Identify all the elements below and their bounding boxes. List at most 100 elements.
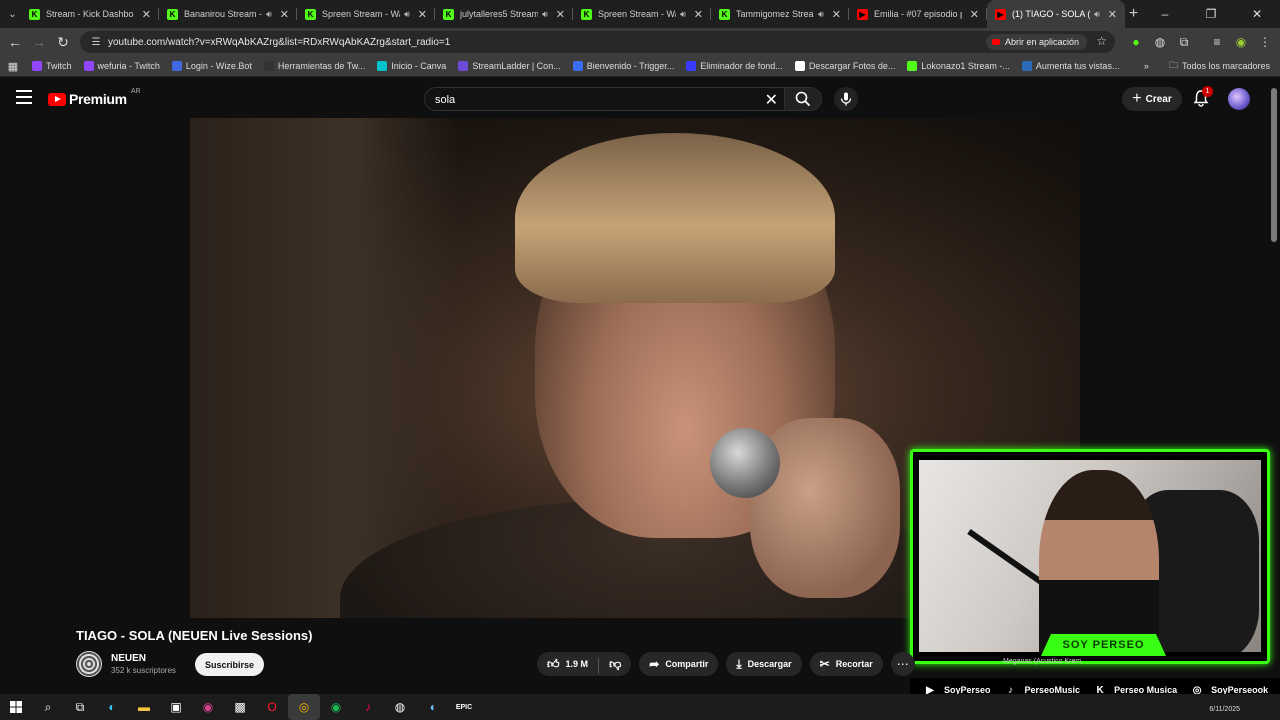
browser-tab[interactable]: Kjulytalleres5 Stream - 🔊︎ ✕ bbox=[435, 0, 573, 28]
apps-grid-icon[interactable]: ▦ bbox=[0, 60, 26, 73]
steam-icon[interactable]: ◖ bbox=[416, 694, 448, 720]
create-button[interactable]: + Crear bbox=[1122, 87, 1182, 111]
url-text[interactable]: youtube.com/watch?v=xRWqAbKAZrg&list=RDx… bbox=[108, 37, 450, 48]
browser-tab[interactable]: K Tammigomez Stream 🔊︎ ✕ bbox=[711, 0, 849, 28]
new-tab-button[interactable]: + bbox=[1125, 5, 1142, 23]
bookmark-item[interactable]: Login - Wize.Bot bbox=[166, 61, 258, 71]
bookmark-item[interactable]: Eliminador de fond... bbox=[680, 61, 789, 71]
hamburger-menu-icon[interactable] bbox=[16, 90, 32, 104]
dislike-button[interactable]: 👎︎ bbox=[599, 652, 631, 676]
more-actions-icon[interactable]: ⋯ bbox=[890, 652, 915, 676]
channel-name[interactable]: NEUEN bbox=[111, 653, 176, 664]
taskbar-search-icon[interactable]: ⌕ bbox=[32, 694, 64, 720]
youtube-header: Premium AR sola ✕ + Crear 1 bbox=[0, 78, 1280, 118]
bookmark-label: Lokonazo1 Stream -... bbox=[921, 61, 1010, 71]
speaker-icon[interactable]: 🔊︎ bbox=[542, 9, 548, 20]
close-tab-icon[interactable]: ✕ bbox=[142, 8, 151, 21]
browser-tab[interactable]: K Spreen Stream - Watc 🔊︎ ✕ bbox=[573, 0, 711, 28]
browser-tab[interactable]: K Spreen Stream - Watc 🔊︎ ✕ bbox=[297, 0, 435, 28]
tab-title: Emilia - #07 episodio pe bbox=[874, 9, 962, 19]
chrome-icon[interactable]: ◎ bbox=[288, 694, 320, 720]
channel-avatar[interactable] bbox=[76, 651, 102, 677]
subscribe-button[interactable]: Suscribirse bbox=[195, 653, 264, 676]
bookmark-favicon-icon bbox=[83, 61, 94, 71]
minecraft-icon[interactable]: ▩ bbox=[224, 694, 256, 720]
close-tab-icon[interactable]: ✕ bbox=[970, 8, 979, 21]
forward-icon[interactable]: → bbox=[27, 30, 51, 54]
extension-icon[interactable]: ● bbox=[1124, 30, 1148, 54]
menu-kebab-icon[interactable]: ⋮ bbox=[1253, 30, 1277, 54]
minimize-button[interactable]: – bbox=[1142, 7, 1188, 21]
close-window-button[interactable]: ✕ bbox=[1234, 7, 1280, 21]
search-query[interactable]: sola bbox=[435, 94, 455, 106]
close-tab-icon[interactable]: ✕ bbox=[280, 8, 289, 21]
tiktok-icon[interactable]: ♪ bbox=[352, 694, 384, 720]
opera-icon[interactable]: O bbox=[256, 694, 288, 720]
speaker-icon[interactable]: 🔊︎ bbox=[818, 9, 824, 20]
extension-icon[interactable]: ◍ bbox=[1148, 30, 1172, 54]
bookmark-favicon-icon bbox=[907, 61, 918, 71]
store-icon[interactable]: ▣ bbox=[160, 694, 192, 720]
browser-tab[interactable]: K Bananirou Stream - W🔊︎ ✕ bbox=[159, 0, 297, 28]
tab-search-button[interactable]: ⌄ bbox=[4, 3, 21, 25]
bookmark-item[interactable]: Twitch bbox=[26, 61, 78, 71]
clear-search-icon[interactable]: ✕ bbox=[765, 90, 778, 110]
close-tab-icon[interactable]: ✕ bbox=[694, 8, 703, 21]
edge-icon[interactable]: ◐ bbox=[96, 694, 128, 720]
extensions-puzzle-icon[interactable]: ⧉ bbox=[1172, 30, 1196, 54]
all-bookmarks-link[interactable]: Todos los marcadores bbox=[1182, 61, 1270, 71]
site-info-icon[interactable]: ☰ bbox=[86, 37, 106, 48]
close-tab-icon[interactable]: ✕ bbox=[1108, 8, 1117, 21]
open-in-app-label: Abrir en aplicación bbox=[1004, 37, 1079, 47]
spotify-icon[interactable]: ◉ bbox=[320, 694, 352, 720]
clip-button[interactable]: ✂ Recortar bbox=[809, 652, 883, 676]
app-icon[interactable]: ◉ bbox=[192, 694, 224, 720]
bookmark-item[interactable]: wefuria - Twitch bbox=[78, 61, 166, 71]
download-button[interactable]: ⤓ Descargar bbox=[726, 652, 802, 676]
like-count: 1.9 M bbox=[565, 659, 589, 669]
reading-list-icon[interactable]: ≡ bbox=[1205, 30, 1229, 54]
close-tab-icon[interactable]: ✕ bbox=[556, 8, 565, 21]
youtube-logo[interactable]: Premium AR bbox=[48, 88, 141, 107]
speaker-icon[interactable]: 🔊︎ bbox=[266, 9, 272, 20]
bookmark-item[interactable]: Bienvenido - Trigger... bbox=[567, 61, 681, 71]
open-in-app-button[interactable]: Abrir en aplicación bbox=[985, 34, 1087, 50]
clock-date[interactable]: 6/11/2025 bbox=[1209, 706, 1240, 713]
address-bar[interactable]: ☰ youtube.com/watch?v=xRWqAbKAZrg&list=R… bbox=[80, 31, 1115, 53]
browser-tab[interactable]: K Stream - Kick Dashboard ✕ bbox=[21, 0, 159, 28]
start-windows-icon[interactable] bbox=[0, 694, 32, 720]
maximize-button[interactable]: ❐ bbox=[1188, 7, 1234, 21]
browser-tab[interactable]: ▶ (1) TIAGO - SOLA (NE🔊︎ ✕ bbox=[987, 0, 1125, 28]
speaker-icon[interactable]: 🔊︎ bbox=[404, 9, 410, 20]
page-scrollbar[interactable] bbox=[1271, 88, 1277, 242]
bookmark-item[interactable]: Aumenta tus vistas... bbox=[1016, 61, 1126, 71]
browser-tab[interactable]: ▶ Emilia - #07 episodio pe ✕ bbox=[849, 0, 987, 28]
bookmark-star-icon[interactable]: ☆ bbox=[1096, 34, 1107, 48]
speaker-icon[interactable]: 🔊︎ bbox=[680, 9, 686, 20]
video-frame-microphone bbox=[710, 428, 780, 498]
chevron-right-icon[interactable]: » bbox=[1144, 61, 1149, 71]
close-tab-icon[interactable]: ✕ bbox=[418, 8, 427, 21]
back-icon[interactable]: ← bbox=[3, 30, 27, 54]
bookmark-item[interactable]: StreamLadder | Con... bbox=[452, 61, 566, 71]
search-input[interactable]: sola ✕ bbox=[424, 87, 786, 111]
file-explorer-icon[interactable]: ▬ bbox=[128, 694, 160, 720]
profile-icon[interactable]: ◉ bbox=[1229, 30, 1253, 54]
speaker-icon[interactable]: 🔊︎ bbox=[1094, 9, 1100, 20]
notifications-button[interactable]: 1 bbox=[1192, 86, 1213, 109]
bookmark-item[interactable]: Herramientas de Tw... bbox=[258, 61, 371, 71]
epic-games-icon[interactable]: EPIC bbox=[448, 694, 480, 720]
reload-icon[interactable]: ↻ bbox=[51, 30, 75, 54]
share-button[interactable]: ➦ Compartir bbox=[639, 652, 719, 676]
search-button[interactable] bbox=[784, 87, 822, 111]
bookmark-item[interactable]: Lokonazo1 Stream -... bbox=[901, 61, 1016, 71]
account-avatar[interactable] bbox=[1228, 88, 1250, 110]
voice-search-button[interactable] bbox=[834, 87, 858, 111]
bookmark-item[interactable]: Descargar Fotos de... bbox=[789, 61, 902, 71]
bookmark-item[interactable]: Inicio - Canva bbox=[371, 61, 452, 71]
task-view-icon[interactable]: ⧉ bbox=[64, 694, 96, 720]
like-button[interactable]: 👍︎ 1.9 M bbox=[537, 652, 598, 676]
close-tab-icon[interactable]: ✕ bbox=[832, 8, 841, 21]
bookmark-label: Herramientas de Tw... bbox=[277, 61, 366, 71]
obs-icon[interactable]: ◍ bbox=[384, 694, 416, 720]
